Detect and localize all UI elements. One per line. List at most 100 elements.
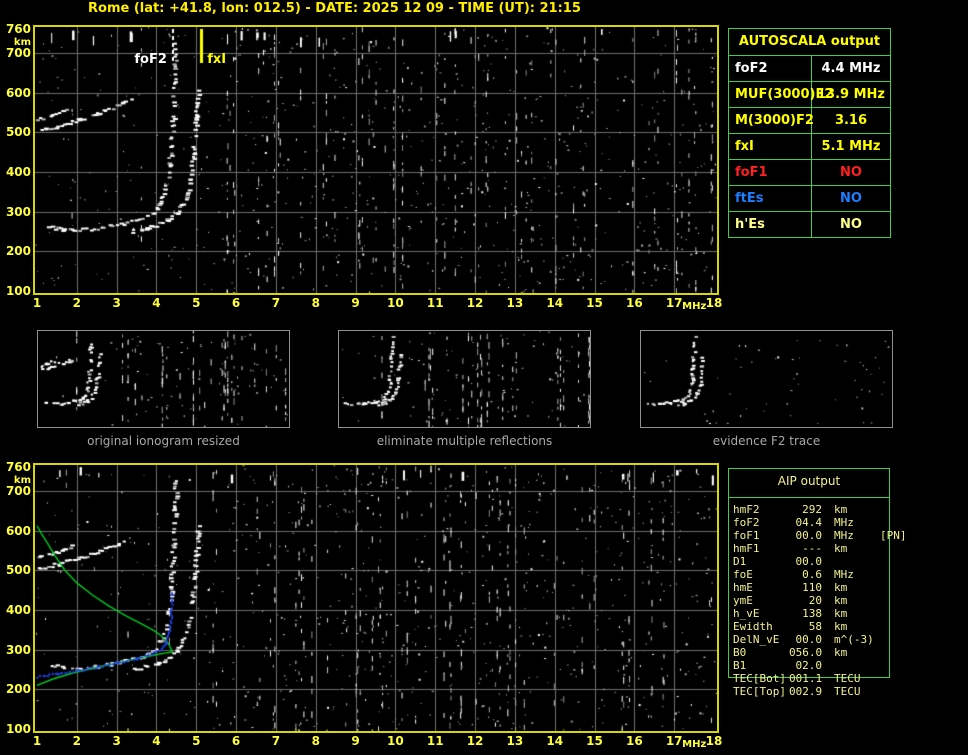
x-tick-label: 4 (152, 296, 161, 310)
aip-row-ymE: ymE 20 km (733, 594, 963, 607)
parameter-label: MUF(3000)F2 (729, 82, 833, 107)
autoscala-row-foF1: foF1 NO (729, 160, 890, 186)
x-tick-label: 5 (192, 296, 201, 310)
x-tick-label: 14 (546, 296, 564, 310)
parameter-value: 002.9 (789, 685, 823, 698)
aip-row-foE: foE 0.6 MHz (733, 568, 963, 581)
parameter-label: Ewidth (733, 620, 773, 633)
x-tick-label: 2 (72, 296, 81, 310)
parameter-value: 001.1 (789, 672, 823, 685)
y-tick-label: 600 (5, 523, 31, 538)
parameter-extra: [PN] (880, 529, 907, 542)
parameter-value: --- (802, 542, 822, 555)
x-tick-label: 6 (231, 734, 241, 748)
page-title: Rome (lat: +41.8, lon: 012.5) - DATE: 20… (88, 1, 581, 16)
parameter-label: foF1 (729, 160, 812, 185)
autoscala-row-M(3000)F2: M(3000)F2 3.16 (729, 108, 890, 134)
parameter-label: hmF1 (733, 542, 760, 555)
aip-row-D1: D1 00.0 (733, 555, 963, 568)
y-tick-label: 300 (5, 204, 31, 219)
y-axis-unit-label: km (13, 475, 31, 486)
aip-row-Ewidth: Ewidth 58 km (733, 620, 963, 633)
parameter-value: 056.0 (789, 646, 823, 659)
x-tick-label: 15 (586, 296, 603, 310)
x-tick-label: 13 (506, 734, 524, 748)
y-tick-label: 400 (5, 164, 31, 179)
x-tick-label: 11 (426, 734, 444, 748)
parameter-unit: TECU (834, 685, 861, 698)
x-tick-label: 12 (466, 296, 484, 310)
parameter-unit: km (834, 542, 848, 555)
parameter-value: 04.4 (795, 516, 823, 529)
y-tick-label: 500 (5, 563, 31, 578)
aip-row-hmF1: hmF1 --- km (733, 542, 963, 555)
thumbnail-caption-2: eliminate multiple reflections (376, 434, 553, 448)
aip-table-title: AIP output (777, 474, 841, 488)
parameter-value: 138 (802, 607, 822, 620)
parameter-unit: km (834, 503, 848, 516)
y-tick-label: 400 (5, 602, 31, 617)
parameter-label: TEC[Bot] (733, 672, 786, 685)
parameter-unit: km (834, 646, 848, 659)
x-tick-label: 11 (426, 296, 444, 310)
autoscala-table-rows: foF2 4.4 MHz MUF(3000)F2 13.9 MHz M(3000)F2 3… (729, 56, 890, 237)
x-tick-label: 7 (271, 734, 281, 748)
x-tick-label: 8 (311, 296, 320, 310)
x-tick-label: 14 (546, 734, 564, 748)
parameter-label: ymE (733, 594, 753, 607)
parameter-value: 58 (808, 620, 822, 633)
marker-label-foF2: foF2 (134, 52, 167, 67)
parameter-value: 292 (802, 503, 822, 516)
autoscala-row-h'Es: h'Es NO (729, 212, 890, 237)
parameter-label: hmE (733, 581, 753, 594)
parameter-value: 3.16 (834, 113, 868, 128)
y-tick-label: 760 (5, 460, 31, 474)
parameter-label: foF2 (733, 516, 760, 529)
parameter-label: hmF2 (733, 503, 760, 516)
parameter-value: 13.9 MHz (817, 87, 885, 102)
y-tick-label: 600 (5, 85, 31, 100)
parameter-value: NO (840, 165, 862, 180)
aip-row-B0: B0 056.0 km (733, 646, 963, 659)
parameter-label: fxI (729, 134, 812, 159)
parameter-unit: MHz (834, 529, 854, 542)
x-tick-label: 1 (32, 734, 42, 748)
x-tick-label: 9 (351, 296, 360, 310)
x-tick-label: 10 (387, 734, 404, 748)
parameter-label: foF1 (733, 529, 760, 542)
x-axis-unit-label: MHz (682, 739, 707, 750)
parameter-unit: km (834, 581, 848, 594)
aip-table-title-divider (728, 497, 890, 498)
x-tick-label: 8 (311, 734, 320, 748)
parameter-value: NO (840, 191, 862, 206)
x-axis-unit-label: MHz (682, 301, 707, 312)
parameter-unit (834, 555, 878, 568)
parameter-value: 00.0 (795, 529, 823, 542)
x-tick-label: 10 (387, 296, 404, 310)
parameter-unit: MHz (834, 568, 854, 581)
parameter-label: DelN_vE (733, 633, 780, 646)
autoscala-row-fxI: fxI 5.1 MHz (729, 134, 890, 160)
parameter-unit (834, 659, 878, 672)
parameter-value: 5.1 MHz (821, 139, 881, 154)
aip-row-hmE: hmE 110 km (733, 581, 963, 594)
x-tick-label: 12 (466, 734, 484, 748)
parameter-value: 0.6 (802, 568, 822, 581)
x-tick-label: 3 (112, 734, 121, 748)
y-axis-unit-label: km (13, 37, 31, 48)
x-tick-label: 9 (351, 734, 360, 748)
x-tick-label: 3 (112, 296, 121, 310)
x-tick-label: 16 (625, 296, 643, 310)
aip-row-TEC[Top]: TEC[Top] 002.9 TECU (733, 685, 963, 698)
autoscala-row-MUF(3000)F2: MUF(3000)F2 13.9 MHz (729, 82, 890, 108)
x-tick-label: 13 (506, 296, 524, 310)
y-tick-label: 300 (5, 642, 31, 657)
parameter-unit: km (834, 607, 848, 620)
autoscala-row-foF2: foF2 4.4 MHz (729, 56, 890, 82)
parameter-label: foF2 (729, 56, 812, 81)
parameter-value: NO (840, 217, 862, 232)
parameter-value: 02.0 (795, 659, 823, 672)
parameter-unit: km (834, 594, 848, 607)
aip-row-B1: B1 02.0 (733, 659, 963, 672)
thumbnail-evidence-f2-trace (640, 330, 893, 428)
